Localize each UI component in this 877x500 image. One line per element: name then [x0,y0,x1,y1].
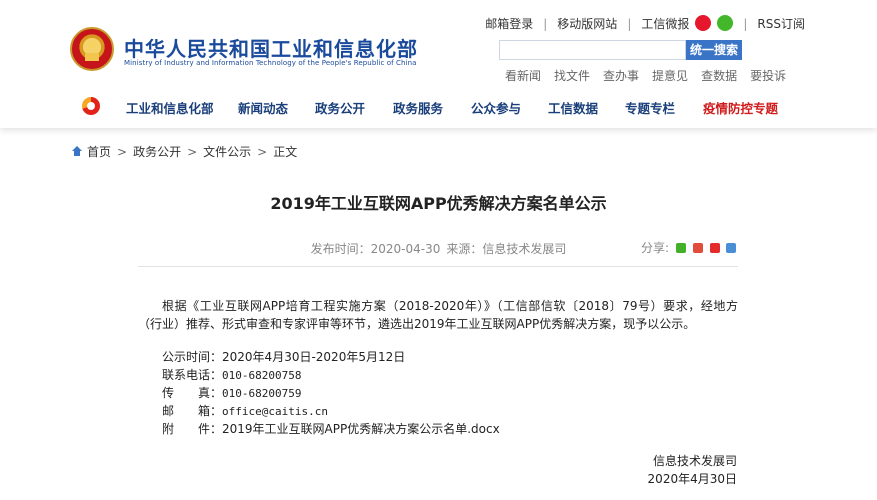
quick-links: 看新闻 找文件 查办事 提意见 查数据 要投诉 [505,67,799,84]
publish-time: 发布时间：2020-04-30 [310,242,441,256]
mail-login-link[interactable]: 邮箱登录 [485,17,533,31]
weibo-report-link[interactable]: 工信微报 [641,17,689,31]
signature-date: 2020年4月30日 [647,472,737,486]
nav-item-public[interactable]: 公众参与 [471,98,521,117]
quick-link-data[interactable]: 查数据 [701,69,737,83]
signature: 信息技术发展司 [652,454,737,468]
site-header: ★ 中华人民共和国工业和信息化部 Ministry of Industry an… [0,0,877,128]
info-value: 010-68200758 [222,369,302,382]
ministry-logo-icon [82,97,100,115]
info-value: 010-68200759 [222,387,302,400]
info-label: 公示时间： [162,350,223,364]
divider [138,266,738,267]
breadcrumb-gov-affairs[interactable]: 政务公开 [133,145,181,159]
wechat-share-icon[interactable] [675,243,686,253]
rss-link[interactable]: RSS订阅 [757,17,805,31]
nav-item-data[interactable]: 工信数据 [548,98,598,117]
renren-share-icon[interactable] [709,243,720,253]
breadcrumb-file-notice[interactable]: 文件公示 [203,145,251,159]
breadcrumb: 首页 > 政务公开 > 文件公示 > 正文 [72,143,297,160]
nav-item-epidemic[interactable]: 疫情防控专题 [703,98,778,117]
article-body: 根据《工业互联网APP培育工程实施方案（2018-2020年）》（工信部信软〔2… [138,299,738,331]
search-input[interactable] [499,40,686,60]
info-label: 传 真： [162,386,223,400]
mobile-site-link[interactable]: 移动版网站 [557,17,617,31]
quick-link-feedback[interactable]: 提意见 [652,69,688,83]
info-label: 邮 箱： [162,404,223,418]
top-links: 邮箱登录 | 移动版网站 | 工信微报 | RSS订阅 [485,15,805,31]
nav-item-topics[interactable]: 专题专栏 [625,98,675,117]
share-label: 分享: [641,241,670,255]
qq-share-icon[interactable] [726,243,737,253]
info-row-period: 公示时间：2020年4月30日-2020年5月12日 [162,348,405,365]
info-label: 附 件： [162,422,223,436]
national-emblem-icon: ★ [70,27,114,71]
share-bar: 分享: [641,239,737,256]
home-icon [72,146,82,157]
attachment-link[interactable]: 2019年工业互联网APP优秀解决方案公示名单.docx [222,422,500,436]
weibo-share-icon[interactable] [692,243,703,253]
weibo-icon[interactable] [695,15,712,31]
info-row-email: 邮 箱：office@caitis.cn [162,402,328,419]
wechat-icon[interactable] [717,15,734,31]
article-title: 2019年工业互联网APP优秀解决方案名单公示 [270,194,607,213]
site-subtitle: Ministry of Industry and Information Tec… [124,59,417,67]
search-button[interactable]: 统一搜索 [686,40,742,60]
article-source: 来源：信息技术发展司 [446,242,567,256]
info-row-attachment: 附 件：2019年工业互联网APP优秀解决方案公示名单.docx [162,420,500,437]
info-row-phone: 联系电话：010-68200758 [162,366,302,383]
info-row-fax: 传 真：010-68200759 [162,384,302,401]
quick-link-complaint[interactable]: 要投诉 [750,69,786,83]
email-link[interactable]: office@caitis.cn [222,405,328,418]
breadcrumb-current: 正文 [273,145,298,159]
info-value: 2020年4月30日-2020年5月12日 [222,350,406,364]
nav-item-gov-affairs[interactable]: 政务公开 [315,98,365,117]
nav-item-ministry[interactable]: 工业和信息化部 [126,98,214,117]
quick-link-files[interactable]: 找文件 [554,69,590,83]
quick-link-services[interactable]: 查办事 [603,69,639,83]
article-meta: 发布时间：2020-04-30 来源：信息技术发展司 [0,240,877,257]
nav-item-news[interactable]: 新闻动态 [238,98,288,117]
nav-item-services[interactable]: 政务服务 [393,98,443,117]
quick-link-news[interactable]: 看新闻 [505,69,541,83]
info-label: 联系电话： [162,368,223,382]
site-title[interactable]: 中华人民共和国工业和信息化部 [124,33,418,62]
breadcrumb-home[interactable]: 首页 [87,145,111,159]
